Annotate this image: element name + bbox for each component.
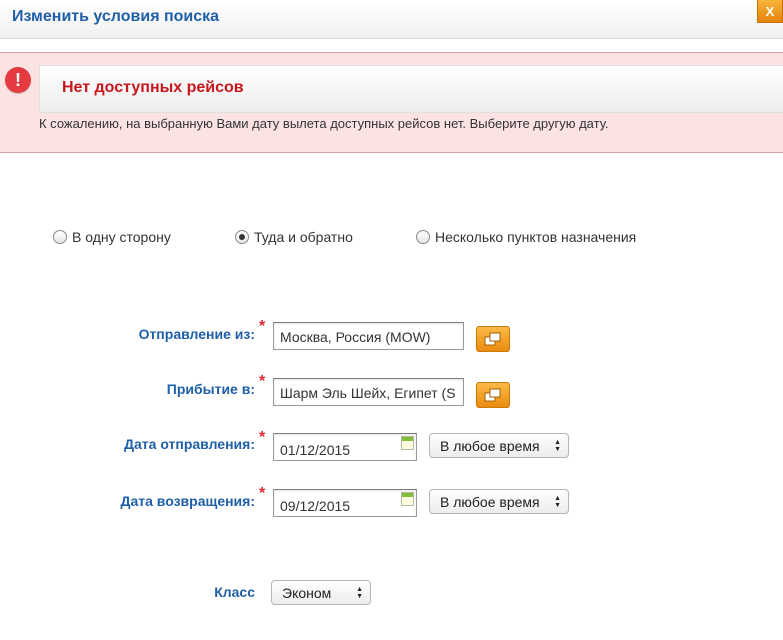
departure-date-value: 01/12/2015	[280, 442, 351, 458]
radio-multi-city-label: Несколько пунктов назначения	[435, 229, 637, 245]
origin-required-mark: *	[259, 318, 266, 335]
return-time-value: В любое время	[440, 494, 540, 510]
windows-icon	[484, 332, 501, 346]
class-label: Класс	[214, 584, 255, 600]
departure-date-label: Дата отправления:	[124, 436, 255, 452]
error-message: К сожалению, на выбранную Вами дату выле…	[39, 116, 609, 131]
destination-picker-button[interactable]	[476, 382, 510, 408]
select-arrows-icon: ▲ ▼	[554, 495, 561, 509]
calendar-icon[interactable]	[401, 492, 414, 506]
return-date-label: Дата возвращения:	[120, 493, 255, 509]
return-date-input[interactable]: 09/12/2015	[273, 489, 417, 517]
class-select[interactable]: Эконом ▲ ▼	[271, 580, 371, 605]
destination-label: Прибытие в:	[166, 381, 255, 397]
radio-round-trip[interactable]: Туда и обратно	[235, 229, 353, 245]
class-value: Эконом	[282, 585, 332, 601]
destination-input[interactable]: Шарм Эль Шейх, Египет (S	[273, 378, 464, 406]
dialog-header: Изменить условия поиска X	[0, 0, 783, 39]
return-date-required-mark: *	[259, 485, 266, 502]
radio-one-way-label: В одну сторону	[72, 229, 171, 245]
departure-date-input[interactable]: 01/12/2015	[273, 433, 417, 461]
radio-one-way-circle[interactable]	[53, 230, 67, 244]
error-banner: ! Нет доступных рейсов К сожалению, на в…	[0, 52, 783, 153]
select-arrows-icon: ▲ ▼	[554, 439, 561, 453]
origin-input[interactable]: Москва, Россия (MOW)	[273, 322, 464, 350]
close-button[interactable]: X	[757, 0, 783, 23]
origin-picker-button[interactable]	[476, 326, 510, 352]
error-title: Нет доступных рейсов	[62, 79, 244, 96]
exclamation-icon: !	[5, 67, 31, 93]
departure-date-required-mark: *	[259, 429, 266, 446]
return-date-value: 09/12/2015	[280, 498, 351, 514]
radio-one-way[interactable]: В одну сторону	[53, 229, 171, 245]
windows-icon	[484, 388, 501, 402]
radio-round-trip-label: Туда и обратно	[254, 229, 353, 245]
radio-multi-city-circle[interactable]	[416, 230, 430, 244]
dialog-title: Изменить условия поиска	[12, 8, 220, 25]
error-title-bar: Нет доступных рейсов	[39, 65, 783, 113]
destination-required-mark: *	[259, 373, 266, 390]
return-time-select[interactable]: В любое время ▲ ▼	[429, 489, 569, 514]
departure-time-select[interactable]: В любое время ▲ ▼	[429, 433, 569, 458]
departure-time-value: В любое время	[440, 438, 540, 454]
calendar-icon[interactable]	[401, 436, 414, 450]
radio-round-trip-circle[interactable]	[235, 230, 249, 244]
origin-label: Отправление из:	[138, 326, 255, 342]
select-arrows-icon: ▲ ▼	[356, 586, 363, 600]
radio-multi-city[interactable]: Несколько пунктов назначения	[416, 229, 636, 245]
